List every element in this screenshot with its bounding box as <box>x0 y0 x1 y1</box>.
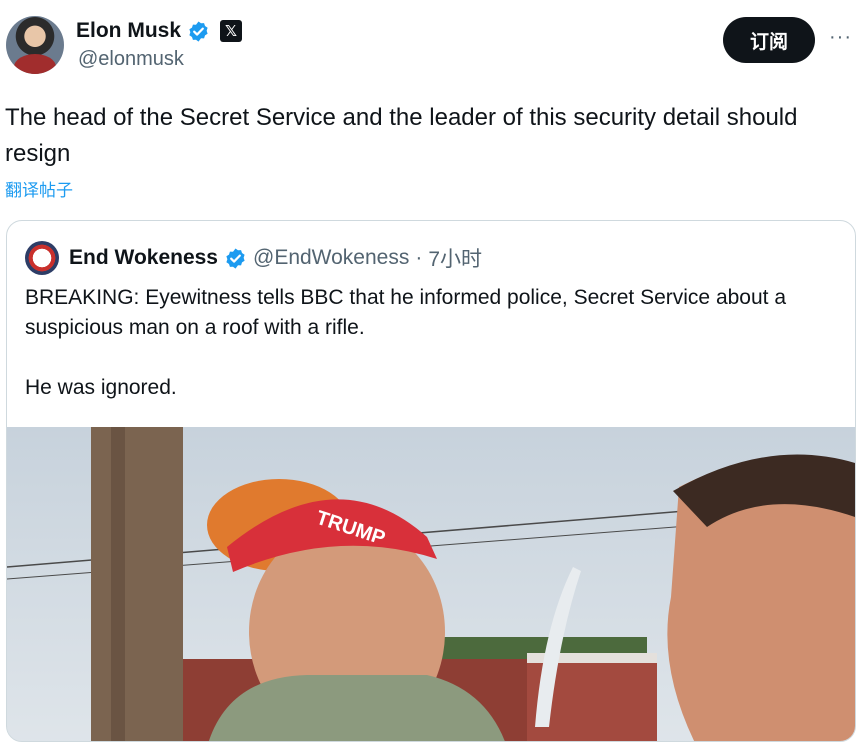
quoted-post[interactable]: End Wokeness @EndWokeness · 7小时 BREAKING… <box>6 220 856 742</box>
author-handle[interactable]: @elonmusk <box>78 48 184 71</box>
media-illustration: TRUMP <box>7 427 855 741</box>
avatar-figure <box>14 54 56 74</box>
quoted-text-paragraph: He was ignored. <box>25 376 177 399</box>
x-logo-icon: 𝕏 <box>220 20 243 42</box>
subscribe-button[interactable]: 订阅 <box>723 17 815 63</box>
verified-badge-icon <box>224 247 247 270</box>
quoted-post-header: End Wokeness @EndWokeness · 7小时 <box>25 241 482 275</box>
author-name-row: Elon Musk 𝕏 <box>76 16 243 46</box>
quoted-author-handle: @EndWokeness <box>253 246 410 269</box>
author-name[interactable]: Elon Musk <box>76 19 181 43</box>
quoted-author-name: End Wokeness <box>69 246 218 269</box>
post-text: The head of the Secret Service and the l… <box>5 104 798 167</box>
quoted-author-avatar <box>25 241 59 275</box>
quoted-post-text: BREAKING: Eyewitness tells BBC that he i… <box>25 283 845 403</box>
separator-dot: · <box>415 246 423 269</box>
author-avatar[interactable] <box>6 16 64 74</box>
quoted-media-image[interactable]: TRUMP <box>7 427 855 741</box>
more-options-icon[interactable]: ··· <box>829 27 852 47</box>
quoted-post-time: 7小时 <box>428 248 483 271</box>
verified-badge-icon <box>187 20 210 43</box>
quoted-text-paragraph: BREAKING: Eyewitness tells BBC that he i… <box>25 286 787 339</box>
translate-post-link[interactable]: 翻译帖子 <box>5 176 73 201</box>
